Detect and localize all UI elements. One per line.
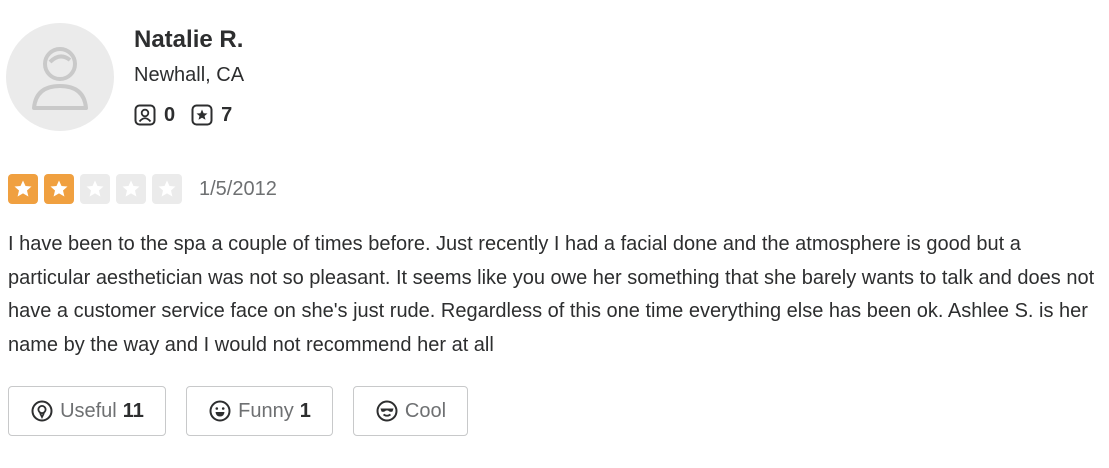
star-filled-icon: [44, 174, 74, 204]
useful-button[interactable]: Useful 11: [8, 386, 166, 436]
friends-count: 0: [164, 103, 176, 126]
default-user-avatar-icon: [32, 47, 88, 110]
reviews-stat: 7: [191, 104, 232, 127]
avatar[interactable]: [6, 23, 114, 131]
lightbulb-icon: [30, 399, 54, 423]
sunglasses-face-icon: [375, 399, 399, 423]
review-star-icon: [191, 104, 213, 126]
star-rating: [8, 174, 188, 204]
star-empty-icon: [116, 174, 146, 204]
laughing-face-icon: [208, 399, 232, 423]
review-text: I have been to the spa a couple of times…: [8, 233, 1095, 356]
friends-stat: 0: [134, 104, 175, 127]
star-filled-icon: [8, 174, 38, 204]
review-date: 1/5/2012: [199, 177, 277, 200]
user-name[interactable]: Natalie R.: [134, 24, 243, 56]
review-actions: Useful 11 Funny 1 Cool: [8, 386, 488, 436]
useful-count: 11: [122, 399, 144, 422]
reviews-count: 7: [221, 103, 233, 126]
rating-row: 1/5/2012: [8, 173, 277, 205]
user-location: Newhall, CA: [134, 64, 245, 86]
star-empty-icon: [152, 174, 182, 204]
useful-label: Useful: [60, 399, 117, 422]
funny-count: 1: [299, 399, 311, 422]
funny-label: Funny: [238, 399, 294, 422]
cool-button[interactable]: Cool: [353, 386, 468, 436]
cool-label: Cool: [404, 399, 447, 422]
friends-icon: [134, 104, 156, 126]
user-stats: 0 7: [134, 100, 248, 130]
funny-button[interactable]: Funny 1: [186, 386, 333, 436]
star-empty-icon: [80, 174, 110, 204]
